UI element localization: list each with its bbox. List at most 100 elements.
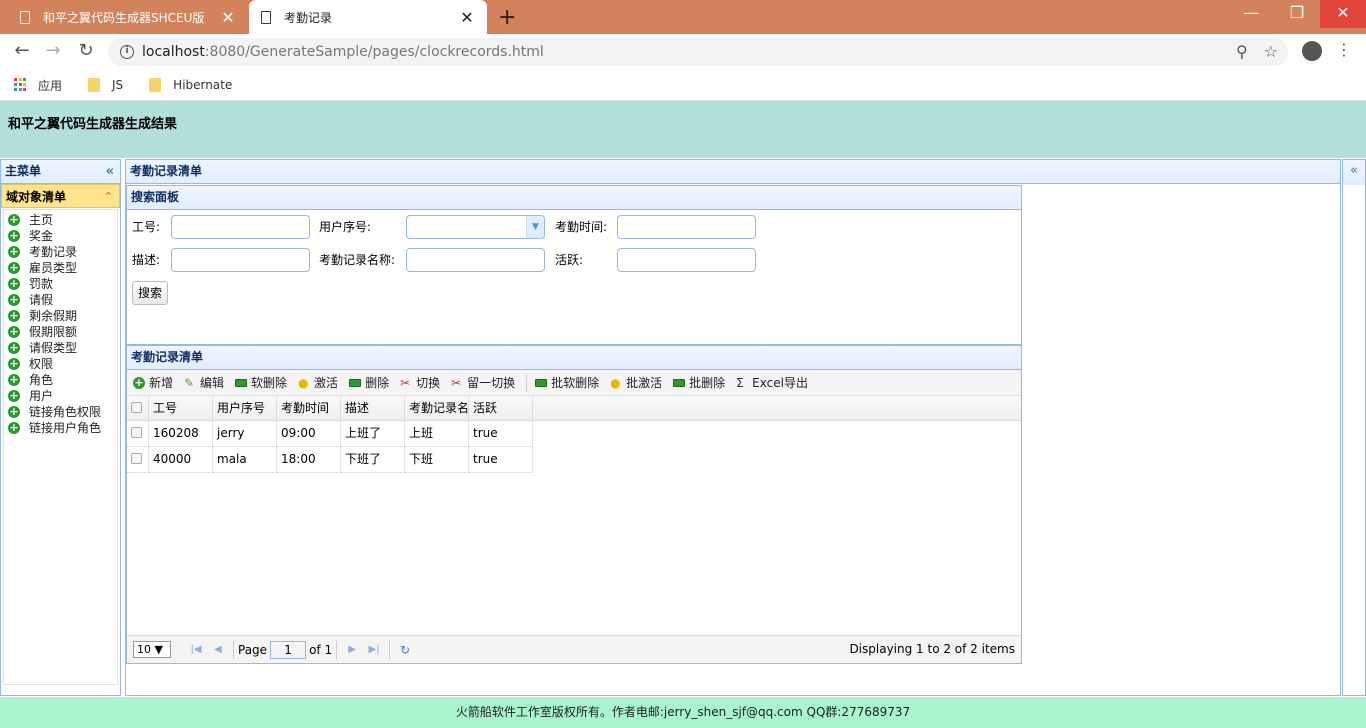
tree-item[interactable]: + 用户 [8,388,117,404]
refresh-icon[interactable]: ↻ [394,643,416,657]
select-all-checkbox[interactable] [127,396,149,420]
plus-icon: + [8,229,20,242]
window-close-icon[interactable]: ✕ [1320,0,1366,28]
column-header[interactable]: 考勤时间 [277,396,341,420]
browser-tab-bar: 和平之翼代码生成器SHCEU版 ✕ 考勤记录 ✕ + — ❐ ✕ [0,0,1366,34]
name-input[interactable] [406,248,545,272]
toolbar-separator [526,373,528,392]
column-header[interactable]: 描述 [341,396,405,420]
new-tab-icon[interactable]: + [498,5,516,30]
accordion-header[interactable]: 域对象清单 ⌃ [1,184,120,208]
tree-item[interactable]: + 奖金 [8,228,117,244]
zoom-icon[interactable]: ⚲ [1236,42,1248,61]
search-panel-title: 搜索面板 [127,186,1021,210]
plus-icon: + [8,261,20,274]
batch-soft-delete-button[interactable]: 批软删除 [535,374,599,391]
tree-item[interactable]: + 请假 [8,292,117,308]
toggle-one-button[interactable]: ✂ 留一切换 [451,374,515,391]
page-number-input[interactable]: 1 [270,640,307,659]
batch-activate-button[interactable]: ● 批激活 [610,374,662,391]
row-checkbox[interactable] [127,421,149,447]
table-cell: 上班了 [341,421,405,447]
collapse-up-icon[interactable]: ⌃ [104,185,113,209]
active-input[interactable] [617,248,756,272]
tree-item[interactable]: + 剩余假期 [8,308,117,324]
user-select[interactable]: ▼ [406,215,545,239]
grid-title-text: 考勤记录清单 [131,350,204,364]
tree-item[interactable]: + 请假类型 [8,340,117,356]
bookmark-js[interactable]: JS [88,78,123,92]
chevron-down-icon[interactable]: ▼ [526,216,544,238]
last-page-icon[interactable]: ▶| [363,644,385,655]
column-header[interactable]: 考勤记录名 [405,396,469,420]
prev-page-icon[interactable]: ◀ [207,644,229,655]
empid-input[interactable] [171,215,310,239]
add-button[interactable]: + 新增 [133,374,173,391]
tree-item[interactable]: + 链接角色权限 [8,404,117,420]
table-cell: mala [213,447,277,473]
toggle-button[interactable]: ✂ 切换 [400,374,440,391]
kebab-menu-icon[interactable]: ⋮ [1336,40,1352,59]
profile-icon[interactable] [1302,41,1322,61]
button-label: 切换 [416,376,441,390]
pager-info: Displaying 1 to 2 of 2 items [849,642,1015,656]
browser-tab-clockrecords[interactable]: 考勤记录 ✕ [249,0,487,34]
forward-arrow-icon[interactable]: → [41,40,65,61]
back-arrow-icon[interactable]: ← [10,40,34,61]
activate-button[interactable]: ● 激活 [298,374,338,391]
reload-icon[interactable]: ↻ [74,40,98,61]
time-input[interactable] [617,215,756,239]
plus-icon: + [8,325,20,338]
column-header[interactable]: 用户序号 [213,396,277,420]
soft-delete-button[interactable]: 软删除 [235,374,287,391]
grid-panel: 考勤记录清单 + 新增 ✎ 编辑 软删除 ● 激活 删除 ✂ 切换 ✂ 留一切换 批软删除… [126,345,1022,664]
desc-input[interactable] [171,248,310,272]
user-label: 用户序号: [319,220,372,234]
row-checkbox[interactable] [127,447,149,473]
footer-text: 火箭船软件工作室版权所有。作者电邮:jerry_shen_sjf@qq.com … [455,705,911,719]
first-page-icon[interactable]: |◀ [185,644,207,655]
page-size-select[interactable]: 10 ▼ [133,641,171,658]
minimize-icon[interactable]: — [1228,0,1274,28]
collapse-left-icon[interactable]: « [106,160,114,183]
grid-panel-title: 考勤记录清单 [127,346,1021,370]
star-icon[interactable]: ☆ [1264,42,1278,61]
close-tab-icon[interactable]: ✕ [459,8,475,27]
batch-delete-button[interactable]: 批删除 [673,374,725,391]
maximize-icon[interactable]: ❐ [1274,0,1320,28]
tree-item[interactable]: + 权限 [8,356,117,372]
close-tab-icon[interactable]: ✕ [220,8,236,27]
tree-item[interactable]: + 假期限额 [8,324,117,340]
table-row[interactable]: 160208 jerry 09:00 上班了 上班 true [127,421,1021,447]
edit-button[interactable]: ✎ 编辑 [184,374,224,391]
tree-item[interactable]: + 主页 [8,212,117,228]
column-header[interactable]: 工号 [149,396,213,420]
pager-separator [336,640,338,659]
delete-button[interactable]: 删除 [349,374,389,391]
column-header[interactable]: 活跃 [469,396,533,420]
tree-item-label: 角色 [29,373,54,387]
info-icon[interactable]: i [120,45,134,59]
plus-icon: + [8,389,20,402]
button-label: 删除 [365,376,390,390]
tree-item[interactable]: + 雇员类型 [8,260,117,276]
search-button[interactable]: 搜索 [132,281,168,305]
next-page-icon[interactable]: ▶ [341,644,363,655]
checkbox-icon [131,427,142,438]
bookmark-apps[interactable]: 应用 [14,77,62,94]
tree-item[interactable]: + 链接用户角色 [8,420,117,436]
table-row[interactable]: 40000 mala 18:00 下班了 下班 true [127,447,1021,473]
tree-item[interactable]: + 角色 [8,372,117,388]
west-menu-panel: 主菜单 « 域对象清单 ⌃ + 主页 + 奖金 + 考勤记录 + 雇员类型 + 罚款 + 请假 + 剩余假… [0,159,121,696]
tree-item-label: 考勤记录 [29,245,78,259]
expand-left-icon[interactable]: « [1343,160,1365,182]
bookmark-label: Hibernate [173,78,233,92]
bookmark-hibernate[interactable]: Hibernate [149,78,232,92]
excel-export-button[interactable]: Σ Excel导出 [736,374,808,391]
tree-item[interactable]: + 罚款 [8,276,117,292]
plus-icon: + [8,341,20,354]
checkbox-icon [131,453,142,464]
tree-item[interactable]: + 考勤记录 [8,244,117,260]
url-input[interactable]: i localhost:8080/GenerateSample/pages/cl… [108,38,1288,66]
browser-tab-generator[interactable]: 和平之翼代码生成器SHCEU版 ✕ [8,0,248,34]
